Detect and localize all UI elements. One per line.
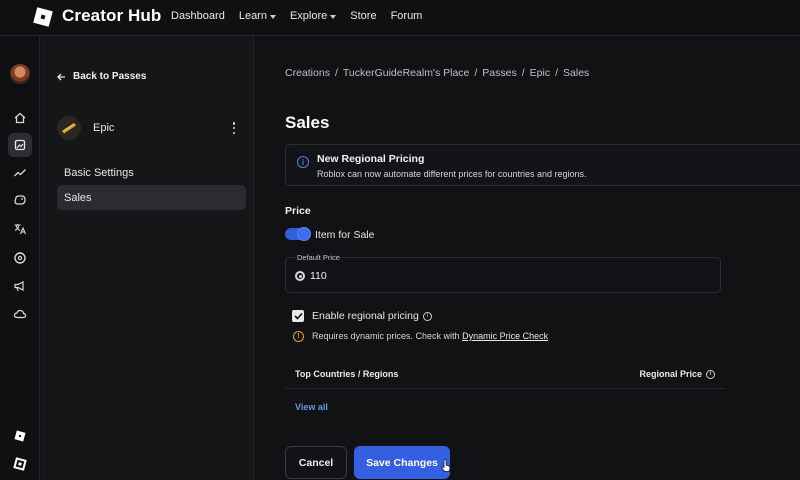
back-to-passes-link[interactable]: Back to Passes bbox=[57, 71, 146, 82]
regional-price-table-header: Top Countries / Regions Regional Price i bbox=[285, 361, 725, 389]
icon-rail bbox=[0, 36, 40, 480]
cloud-icon[interactable] bbox=[8, 302, 32, 326]
robux-icon[interactable] bbox=[8, 246, 32, 270]
roblox-logo-icon[interactable] bbox=[33, 7, 53, 27]
toggle-knob bbox=[297, 227, 311, 241]
analytics-icon[interactable] bbox=[8, 161, 32, 185]
nav-explore-label: Explore bbox=[289, 10, 328, 22]
brand-name[interactable]: Creator Hub bbox=[62, 6, 161, 26]
default-price-field[interactable]: Default Price bbox=[285, 252, 721, 293]
nav-learn-label: Learn bbox=[238, 10, 267, 22]
breadcrumb-place[interactable]: TuckerGuideRealm's Place bbox=[343, 67, 470, 79]
regional-pricing-checkbox[interactable] bbox=[292, 310, 304, 322]
breadcrumb-creations[interactable]: Creations bbox=[285, 67, 330, 79]
item-for-sale-label: Item for Sale bbox=[315, 229, 375, 241]
roblox-app-icon[interactable] bbox=[8, 452, 32, 476]
nav-learn[interactable]: Learn bbox=[239, 10, 276, 22]
nav-store-label: Store bbox=[350, 10, 377, 22]
nav-dashboard-label: Dashboard bbox=[171, 10, 225, 22]
info-icon: i bbox=[297, 156, 309, 168]
save-changes-button[interactable]: Save Changes bbox=[354, 446, 450, 479]
chevron-down-icon bbox=[330, 14, 337, 19]
cancel-button[interactable]: Cancel bbox=[285, 446, 347, 479]
info-icon[interactable]: i bbox=[706, 369, 715, 379]
dynamic-price-check-link[interactable]: Dynamic Price Check bbox=[462, 331, 548, 341]
banner-text: Roblox can now automate different prices… bbox=[317, 169, 587, 179]
warning-icon: ! bbox=[293, 331, 304, 342]
nav-explore[interactable]: Explore bbox=[289, 10, 337, 22]
pass-name: Epic bbox=[93, 122, 115, 134]
column-header-regional-price: Regional Price i bbox=[639, 369, 715, 379]
banner-title: New Regional Pricing bbox=[317, 153, 425, 165]
default-price-label: Default Price bbox=[295, 252, 342, 262]
main-content: Creations / TuckerGuideRealm's Place / Passe… bbox=[255, 36, 800, 480]
checkmark-icon bbox=[293, 312, 303, 320]
sidebar-item-label: Basic Settings bbox=[64, 166, 134, 179]
item-for-sale-toggle[interactable] bbox=[285, 227, 311, 241]
sidebar-item-sales[interactable]: Sales bbox=[57, 185, 246, 210]
hand-cursor-icon bbox=[441, 459, 451, 472]
dynamic-price-warning: Requires dynamic prices. Check with Dyna… bbox=[312, 331, 548, 341]
pass-sidebar: Back to Passes Epic Basic Settings Sales bbox=[41, 36, 254, 480]
pass-thumbnail bbox=[57, 116, 81, 140]
breadcrumb-passes[interactable]: Passes bbox=[482, 67, 516, 79]
sidebar-item-label: Sales bbox=[64, 191, 92, 204]
creations-icon[interactable] bbox=[8, 133, 32, 157]
breadcrumb-current: Sales bbox=[563, 67, 590, 79]
localization-icon[interactable] bbox=[8, 217, 32, 241]
regional-pricing-banner: i New Regional Pricing Roblox can now au… bbox=[285, 144, 800, 186]
nav-forum[interactable]: Forum bbox=[391, 10, 423, 22]
default-price-input[interactable] bbox=[310, 270, 430, 282]
regional-pricing-label: Enable regional pricing i bbox=[312, 310, 432, 322]
nav-store[interactable]: Store bbox=[350, 10, 376, 22]
top-bar: Creator Hub Dashboard Learn Explore Stor… bbox=[0, 0, 800, 36]
warning-text: Requires dynamic prices. Check with bbox=[312, 331, 460, 341]
nav-forum-label: Forum bbox=[390, 10, 423, 22]
column-header-regions: Top Countries / Regions bbox=[295, 369, 399, 379]
price-section-label: Price bbox=[285, 205, 311, 217]
more-options-icon[interactable] bbox=[229, 120, 239, 136]
nav-dashboard[interactable]: Dashboard bbox=[171, 10, 225, 22]
monetization-icon[interactable] bbox=[8, 188, 32, 212]
robux-icon bbox=[295, 271, 305, 281]
back-label: Back to Passes bbox=[73, 71, 147, 82]
advertising-icon[interactable] bbox=[8, 274, 32, 298]
chevron-down-icon bbox=[269, 14, 276, 19]
breadcrumb-pass[interactable]: Epic bbox=[530, 67, 550, 79]
breadcrumb: Creations / TuckerGuideRealm's Place / Passe… bbox=[285, 67, 590, 79]
arrow-left-icon bbox=[57, 73, 65, 80]
avatar[interactable] bbox=[10, 64, 30, 84]
page-title: Sales bbox=[285, 113, 330, 132]
main-nav: Dashboard Learn Explore Store Forum bbox=[171, 10, 436, 22]
home-icon[interactable] bbox=[8, 106, 32, 130]
roblox-studio-icon[interactable] bbox=[8, 424, 32, 448]
pass-image-icon bbox=[62, 123, 76, 134]
view-all-link[interactable]: View all bbox=[295, 402, 328, 412]
info-icon[interactable]: i bbox=[422, 311, 432, 321]
sidebar-item-basic-settings[interactable]: Basic Settings bbox=[57, 160, 246, 185]
regional-pricing-text: Enable regional pricing bbox=[312, 310, 419, 322]
column-header-regional-price-label: Regional Price bbox=[639, 369, 702, 379]
